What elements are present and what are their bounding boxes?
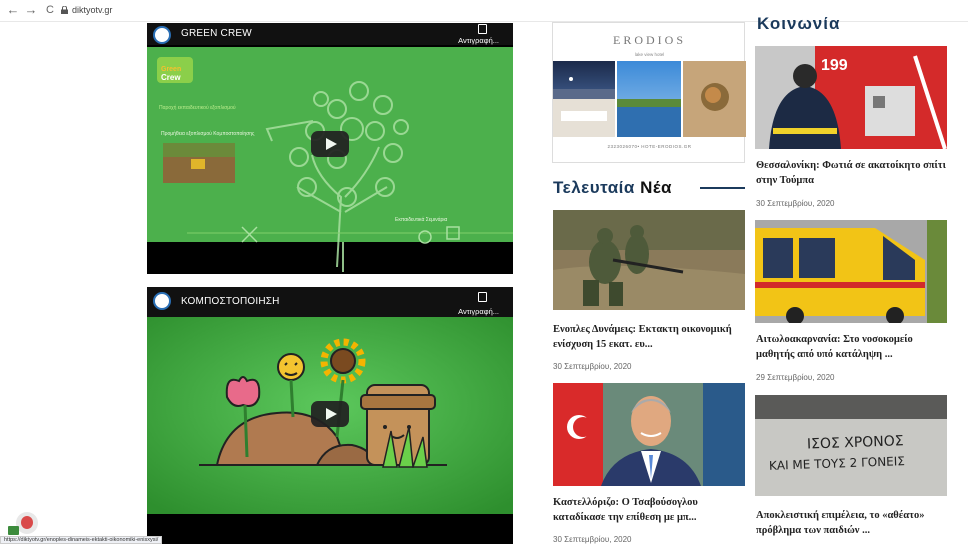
news-date: 29 Σεπτεμβρίου, 2020 xyxy=(756,373,835,382)
forward-button[interactable]: → xyxy=(24,3,38,17)
latest-heading-word1: Τελευταία xyxy=(553,178,635,197)
erodios-ad[interactable]: ERODIOS lake view hotel 2323026070• HOTE… xyxy=(552,22,746,163)
video-thumbnail-tree: Παροχή εκπαιδευτικού εξοπλισμού Προμήθει… xyxy=(147,47,513,274)
news-title[interactable]: Ενοπλες Δυνάμεις: Εκτακτη οικονομική ενί… xyxy=(553,322,745,352)
notification-bell-icon[interactable] xyxy=(16,512,38,534)
news-image-firefighter[interactable]: 199 xyxy=(755,46,947,149)
news-image-ambulance[interactable] xyxy=(755,220,947,323)
play-button[interactable] xyxy=(311,401,349,427)
society-heading: Κοινωνία xyxy=(757,14,841,33)
latest-heading-word2: Νέα xyxy=(640,178,672,197)
news-date: 30 Σεπτεμβρίου, 2020 xyxy=(553,362,632,371)
news-title[interactable]: Καστελλόριζο: Ο Τσαβούσογλου καταδίκασε … xyxy=(553,495,745,525)
video-title[interactable]: GREEN CREW xyxy=(181,28,252,39)
ad-photos xyxy=(553,61,746,137)
channel-logo[interactable] xyxy=(153,292,171,310)
video-header: GREEN CREW Αντιγραφή... xyxy=(147,23,513,45)
news-date: 30 Σεπτεμβρίου, 2020 xyxy=(553,535,632,544)
copy-link-label[interactable]: Αντιγραφή... xyxy=(458,307,499,316)
fire-truck-number: 199 xyxy=(821,57,848,74)
news-title[interactable]: Αιτωλοακαρνανία: Στο νοσοκομείο μαθητής … xyxy=(756,332,948,362)
green-crew-line3: Εκπαιδευτικά Σεμινάρια xyxy=(395,216,447,223)
svg-text:Crew: Crew xyxy=(161,73,181,82)
news-image-soldiers[interactable] xyxy=(553,210,745,310)
copy-link-icon[interactable] xyxy=(478,292,487,302)
video-title[interactable]: ΚΟΜΠΟΣΤΟΠΟΙΗΣΗ xyxy=(181,296,280,307)
back-button[interactable]: ← xyxy=(6,3,20,17)
news-title[interactable]: Θεσσαλονίκη: Φωτιά σε ακατοίκητο σπίτι σ… xyxy=(756,158,948,188)
green-crew-line2: Προμήθεια εξοπλισμού Κομποστοποίησης xyxy=(161,130,255,137)
ad-subtitle: lake view hotel xyxy=(634,52,665,57)
graffiti-line1: ΙΣΟΣ ΧΡΟΝΟΣ xyxy=(807,433,904,452)
reload-button[interactable]: C xyxy=(43,3,57,17)
green-crew-line1: Παροχή εκπαιδευτικού εξοπλισμού xyxy=(159,104,236,111)
copy-link-label[interactable]: Αντιγραφή... xyxy=(458,36,499,45)
video-player-composting[interactable]: ΚΟΜΠΟΣΤΟΠΟΙΗΣΗ Αντιγραφή... xyxy=(147,287,513,544)
video-thumbnail-compost xyxy=(147,317,513,544)
play-button[interactable] xyxy=(311,131,349,157)
svg-text:Green: Green xyxy=(161,66,181,73)
status-bar-url: https://diktyotv.gr/enoples-dinameis-ekt… xyxy=(0,536,163,544)
news-image-minister[interactable] xyxy=(553,383,745,486)
heading-underline xyxy=(700,187,745,189)
news-image-graffiti[interactable]: ΙΣΟΣ ΧΡΟΝΟΣ ΚΑΙ ΜΕ ΤΟΥΣ 2 ΓΟΝΕΙΣ xyxy=(755,395,947,496)
video-player-green-crew[interactable]: GREEN CREW Αντιγραφή... Παροχή εκπαιδευτ… xyxy=(147,23,513,274)
green-crew-logo: Green Crew xyxy=(157,57,193,83)
channel-logo[interactable] xyxy=(153,26,171,44)
news-title[interactable]: Αποκλειστική επιμέλεια, το «αθέατο» πρόβ… xyxy=(756,508,948,538)
video-header: ΚΟΜΠΟΣΤΟΠΟΙΗΣΗ Αντιγραφή... xyxy=(147,287,513,317)
lock-icon xyxy=(61,6,68,14)
ad-footer: 2323026070• HOTE-ERODIOS.GR xyxy=(607,144,692,149)
news-date: 30 Σεπτεμβρίου, 2020 xyxy=(756,199,835,208)
address-bar[interactable]: diktyotv.gr xyxy=(72,5,112,15)
ad-title: ERODIOS xyxy=(612,33,686,47)
latest-news-heading: Τελευταία Νέα xyxy=(553,178,672,198)
widget-icon[interactable] xyxy=(8,526,19,535)
copy-link-icon[interactable] xyxy=(478,24,487,34)
